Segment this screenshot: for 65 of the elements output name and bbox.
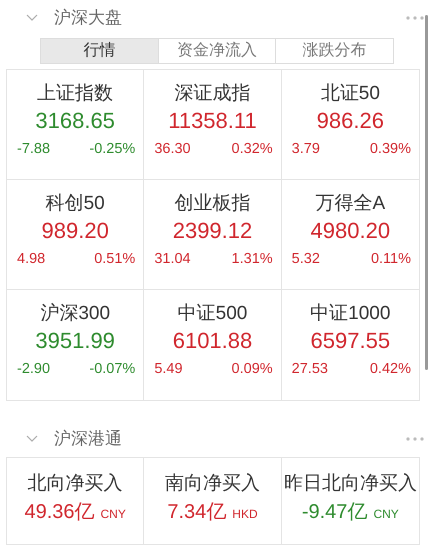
index-name: 万得全A — [314, 192, 386, 216]
flow-value: 49.36亿 — [24, 500, 95, 525]
section-title: 沪深港通 — [54, 428, 123, 450]
flow-value: 7.34亿 — [167, 500, 226, 525]
index-name: 北证50 — [320, 82, 381, 106]
index-card[interactable]: 科创50 989.20 4.98 0.51% — [7, 180, 144, 290]
tab[interactable]: 行情 — [41, 39, 158, 63]
change-percent: 0.51% — [94, 250, 136, 270]
index-value: 3951.99 — [34, 326, 116, 355]
index-card[interactable]: 万得全A 4980.20 5.32 0.11% — [282, 180, 419, 290]
change-percent: -0.07% — [89, 360, 136, 380]
change-value: -2.90 — [17, 360, 50, 380]
chevron-down-icon[interactable] — [26, 14, 38, 22]
index-value: 11358.11 — [167, 106, 258, 135]
more-icon[interactable] — [406, 437, 424, 441]
index-card[interactable]: 创业板指 2399.12 31.04 1.31% — [144, 180, 282, 290]
index-card[interactable]: 上证指数 3168.65 -7.88 -0.25% — [7, 70, 144, 180]
flow-name: 南向净买入 — [164, 472, 261, 496]
index-value: 986.26 — [316, 106, 385, 135]
change-value: 27.53 — [292, 360, 328, 380]
flow-value: -9.47亿 — [302, 500, 368, 525]
change-percent: 1.31% — [232, 250, 273, 270]
change-percent: 0.32% — [232, 140, 273, 160]
change-value: 4.98 — [17, 250, 46, 270]
flow-card[interactable]: 北向净买入 49.36亿 CNY — [7, 458, 144, 544]
flow-name: 北向净买入 — [26, 472, 124, 496]
change-percent: 0.39% — [370, 140, 411, 160]
flow-card[interactable]: 昨日北向净买入 -9.47亿 CNY — [282, 458, 419, 544]
change-value: 31.04 — [154, 250, 191, 270]
index-name: 中证500 — [176, 302, 248, 326]
change-percent: 0.09% — [232, 360, 273, 380]
index-name: 科创50 — [44, 192, 106, 216]
currency: CNY — [373, 506, 399, 523]
change-value: 3.79 — [292, 140, 320, 160]
index-value: 2399.12 — [172, 216, 254, 245]
flow-card[interactable]: 南向净买入 7.34亿 HKD — [144, 458, 282, 544]
chevron-down-icon[interactable] — [26, 435, 38, 443]
index-name: 沪深300 — [39, 302, 112, 326]
index-card[interactable]: 中证1000 6597.55 27.53 0.42% — [282, 290, 419, 400]
index-value: 6101.88 — [172, 326, 254, 355]
more-icon[interactable] — [406, 16, 424, 20]
index-value: 3168.65 — [34, 106, 116, 135]
currency: CNY — [100, 506, 126, 523]
index-card[interactable]: 北证50 986.26 3.79 0.39% — [282, 70, 419, 180]
index-name: 上证指数 — [36, 82, 114, 106]
change-value: 36.30 — [154, 140, 191, 160]
index-name: 深证成指 — [173, 82, 252, 106]
currency: HKD — [232, 506, 258, 523]
index-value: 4980.20 — [310, 216, 392, 245]
index-card[interactable]: 中证500 6101.88 5.49 0.09% — [144, 290, 282, 400]
index-name: 中证1000 — [309, 302, 392, 326]
index-card[interactable]: 沪深300 3951.99 -2.90 -0.07% — [7, 290, 144, 400]
change-value: -7.88 — [17, 140, 50, 160]
change-value: 5.49 — [154, 360, 183, 380]
change-percent: -0.25% — [89, 140, 136, 160]
flow-name: 昨日北向净买入 — [282, 472, 418, 496]
change-value: 5.32 — [292, 250, 320, 270]
index-value: 6597.55 — [310, 326, 392, 355]
section-title: 沪深大盘 — [54, 7, 123, 30]
index-card[interactable]: 深证成指 11358.11 36.30 0.32% — [144, 70, 282, 180]
change-percent: 0.42% — [370, 360, 411, 380]
index-name: 创业板指 — [173, 192, 252, 216]
scroll-bar[interactable] — [425, 15, 428, 370]
change-percent: 0.11% — [370, 250, 411, 270]
index-value: 989.20 — [40, 216, 110, 245]
